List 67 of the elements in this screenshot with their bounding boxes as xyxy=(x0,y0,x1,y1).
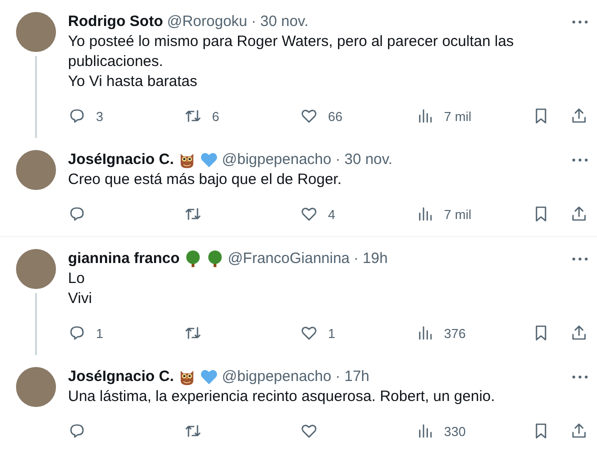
like-count: 4 xyxy=(328,206,336,222)
bar-chart-icon[interactable] xyxy=(416,107,434,125)
avatar-photo[interactable] xyxy=(16,367,56,407)
owl-icon xyxy=(178,151,196,169)
heart-icon[interactable] xyxy=(300,107,318,125)
like-count: 66 xyxy=(328,108,342,124)
more-options-icon[interactable] xyxy=(572,20,588,24)
post-time[interactable]: 17h xyxy=(344,367,370,387)
user-handle[interactable]: @Rorogoku xyxy=(166,12,248,32)
user-handle[interactable]: @bigpepenacho xyxy=(222,367,332,387)
reply-icon[interactable] xyxy=(68,422,86,440)
heart-icon[interactable] xyxy=(300,205,318,223)
reply-icon[interactable] xyxy=(68,205,86,223)
retweet-icon[interactable] xyxy=(184,205,202,223)
post-time[interactable]: 30 nov. xyxy=(260,12,308,32)
bar-chart-icon[interactable] xyxy=(416,205,434,223)
retweet-icon[interactable] xyxy=(184,324,202,342)
reply-icon[interactable] xyxy=(68,324,86,342)
bar-chart-icon[interactable] xyxy=(416,422,434,440)
user-name[interactable]: Rodrigo Soto xyxy=(68,12,163,32)
view-count: 7 mil xyxy=(444,108,472,124)
reply-count: 3 xyxy=(96,108,104,124)
separator-dot: · xyxy=(251,12,256,32)
retweet-count: 6 xyxy=(212,108,220,124)
user-name[interactable]: giannina franco xyxy=(68,249,180,269)
heart-icon xyxy=(200,151,218,169)
user-name[interactable]: JoséIgnacio C. xyxy=(68,150,174,170)
more-options-icon[interactable] xyxy=(572,375,588,379)
separator-dot: · xyxy=(335,150,340,170)
share-icon[interactable] xyxy=(570,205,588,223)
reply-count: 1 xyxy=(96,326,104,340)
heart-icon xyxy=(200,368,218,386)
reply-icon[interactable] xyxy=(68,107,86,125)
more-options-icon[interactable] xyxy=(572,158,588,162)
user-handle[interactable]: @FrancoGiannina xyxy=(228,249,350,269)
thread-line xyxy=(35,293,37,355)
post-text: Vivi xyxy=(68,289,93,309)
post-text: Yo posteé lo mismo para Roger Waters, pero al parecer ocultan las publicaciones. xyxy=(68,32,515,72)
retweet-icon[interactable] xyxy=(184,422,202,440)
post-text: Una lástima, la experiencia recinto asquerosa. Robert, un genio. xyxy=(68,387,496,407)
user-name[interactable]: JoséIgnacio C. xyxy=(68,367,174,387)
tree-icon xyxy=(206,250,224,268)
separator-dot: · xyxy=(335,367,340,387)
share-icon[interactable] xyxy=(570,107,588,125)
separator-dot: · xyxy=(354,249,359,269)
view-count: 330 xyxy=(444,424,466,438)
avatar-photo[interactable] xyxy=(16,150,56,190)
view-count: 7 mil xyxy=(444,206,472,222)
like-count: 1 xyxy=(328,326,336,340)
share-icon[interactable] xyxy=(570,324,588,342)
view-count: 376 xyxy=(444,326,466,340)
avatar-photo[interactable] xyxy=(16,249,56,289)
tree-icon xyxy=(184,250,202,268)
more-options-icon[interactable] xyxy=(572,257,588,261)
bar-chart-icon[interactable] xyxy=(416,324,434,342)
heart-icon[interactable] xyxy=(300,324,318,342)
avatar-photo[interactable] xyxy=(16,12,56,52)
user-handle[interactable]: @bigpepenacho xyxy=(222,150,332,170)
post-text: Lo xyxy=(68,269,86,289)
post-text: Yo Vi hasta baratas xyxy=(68,72,198,92)
heart-icon[interactable] xyxy=(300,422,318,440)
post-time[interactable]: 30 nov. xyxy=(344,150,392,170)
owl-icon xyxy=(178,368,196,386)
post-time[interactable]: 19h xyxy=(362,249,388,269)
post-text: Creo que está más bajo que el de Roger. xyxy=(68,170,343,190)
retweet-icon[interactable] xyxy=(184,107,202,125)
share-icon[interactable] xyxy=(570,422,588,440)
